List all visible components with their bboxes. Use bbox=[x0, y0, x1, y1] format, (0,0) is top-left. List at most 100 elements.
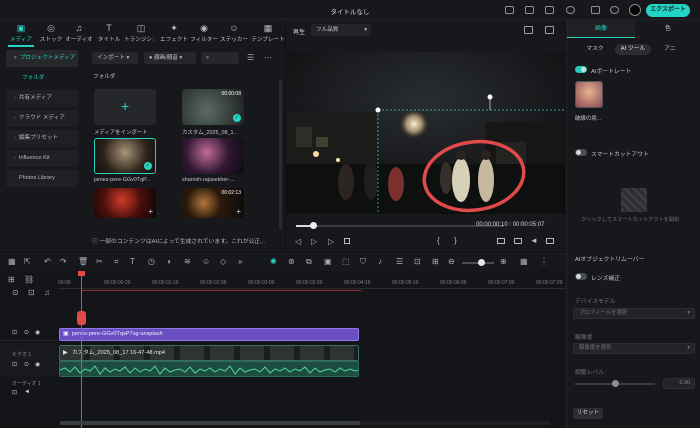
timeline-more-icon[interactable]: ⋮ bbox=[540, 258, 548, 266]
avatar[interactable] bbox=[629, 4, 641, 16]
tab-title[interactable]: T タイトル bbox=[92, 23, 126, 43]
scene-icon[interactable]: ▣ bbox=[324, 258, 332, 266]
tab-sticker[interactable]: ☺ ステッカー bbox=[217, 23, 251, 43]
search-input[interactable]: ⌕ bbox=[201, 52, 239, 64]
tab-color[interactable]: 色 bbox=[635, 20, 700, 38]
caption-icon[interactable]: ⊡ bbox=[414, 258, 421, 266]
import-media-tile[interactable]: + bbox=[94, 89, 156, 125]
tab-media[interactable]: ▣ メディア bbox=[4, 23, 38, 43]
subtab-ai-tools[interactable]: AI ツール bbox=[615, 44, 651, 55]
playhead-handle[interactable] bbox=[77, 311, 86, 325]
undo-icon[interactable]: ↶ bbox=[44, 258, 51, 266]
media-item-fireworks-gold[interactable]: 00:02:13 + bbox=[182, 188, 244, 218]
play-icon[interactable]: ▷ bbox=[328, 237, 334, 246]
sidebar-item-photos-library[interactable]: ›Photos Library bbox=[6, 170, 78, 187]
grid-icon[interactable]: ▦ bbox=[520, 258, 528, 266]
zoom-out-icon[interactable]: ⊖ bbox=[448, 258, 455, 266]
audio-waveform[interactable] bbox=[59, 361, 359, 377]
tab-transition[interactable]: ◫トランジション bbox=[124, 23, 158, 43]
media-item-james-pere[interactable]: ✓ bbox=[94, 138, 156, 174]
ai-clip-icon[interactable]: ⧉ bbox=[306, 258, 312, 266]
keyframe-icon[interactable]: ◇ bbox=[220, 258, 226, 266]
cloud-icon[interactable] bbox=[566, 6, 575, 14]
lens-correction-toggle[interactable] bbox=[575, 273, 587, 280]
media-item-sharosh[interactable] bbox=[182, 138, 244, 174]
lock-icon[interactable]: ⊡ bbox=[12, 389, 17, 396]
image-clip[interactable]: ▣ james-pere-GGv0TqsP7xg-unsplash bbox=[59, 328, 359, 341]
eye-icon[interactable]: ◉ bbox=[35, 329, 40, 336]
speed-icon[interactable]: ◷ bbox=[148, 258, 155, 266]
snapshot-icon[interactable] bbox=[524, 26, 533, 34]
track-settings-icon[interactable]: ⊡ bbox=[28, 289, 35, 297]
gift-icon[interactable] bbox=[505, 6, 514, 14]
snap-icon[interactable]: ⊛ bbox=[288, 258, 295, 266]
color-icon[interactable]: ◑ bbox=[166, 258, 171, 266]
zoom-in-icon[interactable]: ⊕ bbox=[500, 258, 507, 266]
subtab-animation[interactable]: アニ bbox=[655, 44, 685, 55]
sidebar-item-influence-kit[interactable]: › Influence Kit bbox=[6, 150, 78, 167]
zoom-fit-icon[interactable]: ⊞ bbox=[432, 258, 439, 266]
tab-filter[interactable]: ◉ フィルター bbox=[187, 23, 221, 43]
playhead-top[interactable] bbox=[78, 271, 85, 276]
volume-icon[interactable]: ◄ bbox=[530, 236, 538, 245]
resolution-select[interactable]: 解像度を選択 ▾ bbox=[573, 343, 695, 354]
notification-icon[interactable] bbox=[591, 6, 600, 14]
split-icon[interactable]: ✂ bbox=[96, 258, 103, 266]
progress-handle[interactable] bbox=[309, 222, 317, 229]
video-clip[interactable]: ▶ カスタム_2025_08_17 16-47-48.mp4 bbox=[59, 345, 359, 361]
tab-effect[interactable]: ✦ エフェクト bbox=[157, 23, 191, 43]
media-item-fireworks-red[interactable]: + bbox=[94, 188, 156, 218]
sidebar-item-folder[interactable]: フォルダ bbox=[6, 70, 78, 87]
help-icon[interactable] bbox=[610, 6, 619, 14]
lock-icon[interactable]: ⊡ bbox=[12, 329, 17, 336]
unlock-icon[interactable]: ⊙ bbox=[24, 329, 29, 336]
mark-in-icon[interactable]: { bbox=[437, 236, 440, 245]
media-scrollbar[interactable] bbox=[279, 80, 282, 230]
delete-icon[interactable]: 🗑 bbox=[78, 258, 88, 266]
subtab-mask[interactable]: マスク bbox=[575, 44, 615, 55]
download-icon[interactable] bbox=[525, 6, 534, 14]
timeline-scroll-thumb[interactable] bbox=[60, 421, 360, 425]
mute-icon[interactable]: ◄ bbox=[24, 389, 30, 395]
play-pause-icon[interactable]: ▷ bbox=[311, 237, 317, 246]
adjust-level-handle[interactable] bbox=[612, 380, 619, 387]
monitor-icon[interactable] bbox=[497, 238, 505, 244]
sidebar-item-edit-presets[interactable]: › 編集プリセット bbox=[6, 130, 78, 147]
sticker-add-icon[interactable]: ☺ bbox=[202, 258, 210, 266]
smart-cutout-toggle[interactable] bbox=[575, 149, 587, 156]
tab-audio[interactable]: ♫ オーディオ bbox=[62, 23, 96, 43]
camera-icon[interactable] bbox=[514, 238, 522, 244]
voiceover-icon[interactable]: ☰ bbox=[396, 258, 403, 266]
audio-track-toggle-icon[interactable]: ♫ bbox=[44, 289, 50, 297]
reset-button[interactable]: リセット bbox=[573, 408, 603, 419]
redo-icon[interactable]: ↷ bbox=[60, 258, 67, 266]
fullscreen-icon[interactable] bbox=[546, 238, 554, 244]
sidebar-item-project-media[interactable]: ▾ プロジェクトメディア bbox=[6, 50, 78, 67]
lock-icon[interactable]: ⊡ bbox=[12, 361, 17, 368]
time-ruler[interactable]: 00:00 00:00:00:20 00:00:01:10 00:00:02:0… bbox=[58, 271, 566, 289]
portrait-preset-thumb[interactable] bbox=[575, 81, 603, 108]
text-icon[interactable]: T bbox=[130, 258, 135, 266]
marker-icon[interactable]: ⬚ bbox=[342, 258, 350, 266]
video-preview[interactable] bbox=[286, 52, 565, 214]
import-dropdown[interactable]: インポート ▾ bbox=[92, 52, 138, 64]
select-tool-icon[interactable]: ⇱ bbox=[24, 258, 31, 266]
image-icon[interactable] bbox=[545, 26, 554, 34]
zoom-handle[interactable] bbox=[478, 259, 486, 266]
sidebar-item-shared-media[interactable]: › 共有メディア bbox=[6, 90, 78, 107]
progress-track[interactable] bbox=[296, 225, 504, 227]
stop-icon[interactable] bbox=[344, 238, 350, 244]
link-icon[interactable]: ⛓ bbox=[24, 276, 34, 284]
export-button[interactable]: エクスポート bbox=[646, 4, 690, 17]
eye-icon[interactable]: ◉ bbox=[35, 361, 40, 368]
layout-icon[interactable] bbox=[545, 6, 554, 14]
tab-template[interactable]: ▦ テンプレート bbox=[251, 23, 285, 43]
device-model-select[interactable]: プロフィールを選択 ▾ bbox=[573, 308, 695, 319]
tab-image[interactable]: 画像 bbox=[567, 20, 635, 38]
filter-lines-icon[interactable]: ☰ bbox=[247, 53, 254, 62]
unlock-icon[interactable]: ⊙ bbox=[24, 361, 29, 368]
more-icon[interactable]: ⋯ bbox=[264, 53, 272, 62]
more-tools-icon[interactable]: » bbox=[238, 258, 242, 266]
add-track-icon[interactable]: ⊞ bbox=[8, 276, 15, 284]
media-item-custom[interactable]: 00:00:08 ✓ bbox=[182, 89, 244, 125]
